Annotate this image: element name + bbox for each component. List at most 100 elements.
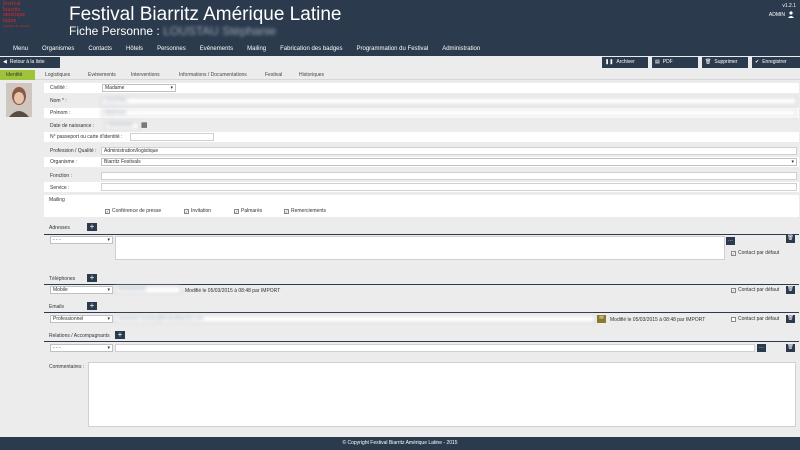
tab-historiques[interactable]: Historiques	[299, 70, 324, 80]
delete-button[interactable]: 🗑 Supprimer	[702, 57, 748, 68]
festival-logo[interactable]: festival biarritz amérique latine cinéma…	[3, 1, 43, 28]
email-default-checkbox[interactable]: Contact par défaut	[731, 316, 779, 322]
checkbox-label: Contact par défaut	[738, 250, 780, 256]
add-telephone-button[interactable]: +	[87, 274, 97, 282]
telephone-input[interactable]: 0600000000	[115, 286, 181, 294]
relation-input[interactable]	[115, 344, 755, 352]
telephones-label: Téléphones	[49, 276, 76, 282]
tab-interventions[interactable]: Interventions	[131, 70, 160, 80]
add-email-button[interactable]: +	[87, 302, 97, 310]
pdf-label: PDF	[662, 59, 673, 65]
app-header: festival biarritz amérique latine cinéma…	[0, 0, 800, 42]
checkbox-box: ✓	[234, 208, 239, 214]
adresse-textarea[interactable]	[115, 236, 725, 260]
checkbox-label: Remerciements	[291, 208, 327, 214]
delete-label: Supprimer	[714, 59, 738, 65]
person-photo[interactable]	[6, 83, 32, 117]
page-title-label: Fiche Personne :	[69, 24, 160, 38]
email-modified-note: Modifié le 05/03/2015 à 08:48 par IMPORT	[610, 317, 706, 323]
adresse-default-checkbox[interactable]: ✓ Contact par défaut	[731, 250, 779, 256]
app-title: Festival Biarritz Amérique Latine	[69, 4, 342, 25]
archive-label: Archiver	[616, 59, 635, 65]
telephone-delete-button[interactable]: 🗑	[786, 286, 795, 294]
commentaires-label: Commentaires :	[49, 364, 85, 370]
mailing-invitation-checkbox[interactable]: ✓ Invitation	[184, 208, 211, 214]
adresse-delete-button[interactable]: 🗑	[786, 235, 795, 243]
relation-delete-button[interactable]: 🗑	[786, 344, 795, 352]
adresse-more-button[interactable]: …	[726, 237, 735, 245]
passport-label: N° passeport ou carte d'identité :	[50, 134, 123, 140]
tab-logistiques[interactable]: Logistiques	[45, 70, 70, 80]
checkbox-label: Invitation	[191, 208, 212, 214]
version-label: v1.2.1	[782, 3, 796, 9]
nav-badges[interactable]: Fabrication des badges	[273, 42, 349, 56]
nav-mailing[interactable]: Mailing	[240, 42, 273, 56]
archive-button[interactable]: ❚❚ Archiver	[602, 57, 648, 68]
relations-label: Relations / Accompagnants	[49, 333, 110, 339]
pdf-icon: ▤	[655, 59, 660, 65]
email-type-select[interactable]: Professionnel	[50, 315, 113, 323]
add-adresse-button[interactable]: +	[87, 223, 97, 231]
nav-organismes[interactable]: Organismes	[35, 42, 81, 56]
civilite-label: Civilité :	[50, 85, 68, 91]
commentaires-textarea[interactable]	[88, 362, 796, 427]
relation-more-button[interactable]: …	[757, 344, 766, 352]
user-icon	[788, 11, 794, 18]
profession-input[interactable]: Administration/logistique	[101, 147, 797, 155]
nav-menu[interactable]: Menu	[6, 42, 35, 56]
email-delete-button[interactable]: 🗑	[786, 315, 795, 323]
mailing-conference-checkbox[interactable]: ✓ Conférence de presse	[105, 208, 161, 214]
mailing-label: Mailing	[49, 197, 65, 203]
fonction-label: Fonction :	[50, 173, 72, 179]
organisme-select[interactable]: Biarritz Festivals	[101, 158, 797, 166]
mail-icon[interactable]: ✉	[597, 315, 606, 323]
passport-input[interactable]	[130, 133, 214, 141]
telephone-default-checkbox[interactable]: ✓ Contact par défaut	[731, 287, 779, 293]
adresses-label: Adresses	[49, 225, 70, 231]
check-icon: ✔	[755, 59, 760, 65]
tab-evenements[interactable]: Evénements	[88, 70, 116, 80]
checkbox-label: Conférence de presse	[112, 208, 162, 214]
tab-festival[interactable]: Festival	[265, 70, 282, 80]
nav-programmation[interactable]: Programmation du Festival	[350, 42, 436, 56]
emails-divider	[44, 312, 799, 313]
tab-identite[interactable]: Identité	[0, 70, 35, 80]
relation-select[interactable]: - - -	[50, 344, 113, 352]
nom-input[interactable]: LOUSTAU	[101, 97, 797, 105]
checkbox-box	[731, 316, 736, 322]
mailing-palmares-checkbox[interactable]: ✓ Palmarès	[234, 208, 262, 214]
profession-label: Profession / Qualité :	[50, 148, 97, 154]
checkbox-label: Palmarès	[241, 208, 263, 214]
telephone-modified-note: Modifié le 05/03/2015 à 08:48 par IMPORT	[185, 288, 281, 294]
page-footer: © Copyright Festival Biarritz Amérique L…	[0, 437, 800, 450]
nav-evenements[interactable]: Evénements	[193, 42, 240, 56]
fonction-input[interactable]	[101, 172, 797, 180]
organisme-label: Organisme :	[50, 159, 78, 165]
tab-informations[interactable]: Informations / Documentations	[179, 70, 247, 80]
mailing-remerciements-checkbox[interactable]: ✓ Remerciements	[284, 208, 326, 214]
checkbox-box: ✓	[284, 208, 289, 214]
back-to-list-button[interactable]: ◀ Retour à la liste	[0, 57, 60, 68]
page-title: Fiche Personne : LOUSTAU Stéphanie	[69, 24, 276, 38]
telephone-type-select[interactable]: Mobile	[50, 286, 113, 294]
save-button[interactable]: ✔ Enregistrer	[752, 57, 800, 68]
calendar-icon[interactable]: ▦	[141, 121, 148, 129]
checkbox-box: ✓	[105, 208, 110, 214]
user-menu[interactable]: ADMIN	[769, 11, 794, 18]
add-relation-button[interactable]: +	[115, 331, 125, 339]
back-label: Retour à la liste	[9, 59, 45, 65]
adresses-divider	[44, 234, 799, 235]
dob-input[interactable]: 00/00/0000	[105, 122, 139, 130]
adresse-type-select[interactable]: - - -	[50, 236, 113, 244]
prenom-input[interactable]: Stéphanie	[101, 109, 797, 117]
civilite-select[interactable]: Madame	[102, 84, 176, 92]
nav-administration[interactable]: Administration	[435, 42, 487, 56]
relations-divider	[44, 341, 799, 342]
service-input[interactable]	[101, 183, 797, 191]
action-toolbar: ◀ Retour à la liste ❚❚ Archiver ▤ PDF 🗑 Supp…	[0, 57, 800, 69]
nav-contacts[interactable]: Contacts	[81, 42, 119, 56]
nav-personnes[interactable]: Personnes	[150, 42, 193, 56]
email-input[interactable]: stephanie.loustau@festivalbiarritz.com	[115, 315, 595, 323]
pdf-button[interactable]: ▤ PDF	[652, 57, 698, 68]
nav-hotels[interactable]: Hôtels	[119, 42, 150, 56]
